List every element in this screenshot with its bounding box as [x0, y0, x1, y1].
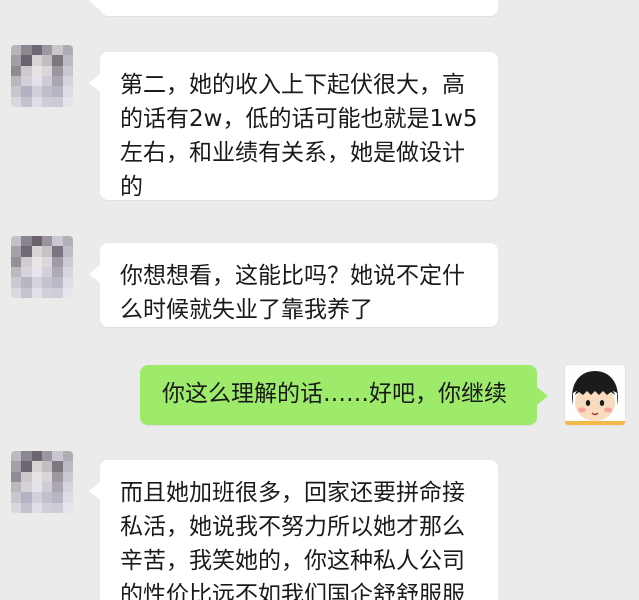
cartoon-girl-avatar-icon [565, 365, 625, 425]
message-line: 的 [120, 174, 143, 200]
message-line: 你这么理解的话……好吧，你继续 [162, 381, 507, 407]
contact-avatar[interactable] [11, 451, 73, 513]
message-line: 的性价比远不如我们国企舒舒服服 [120, 582, 465, 600]
contact-avatar[interactable] [11, 236, 73, 298]
message-line: 么时候就失业了靠我养了 [120, 297, 373, 323]
message-bubble-incoming[interactable]: 你想想看，这能比吗？她说不定什 么时候就失业了靠我养了 [89, 243, 498, 327]
self-avatar[interactable] [564, 364, 626, 426]
message-bubble-incoming[interactable]: 第二，她的收入上下起伏很大，高 的话有2w，低的话可能也就是1w5 左右，和业绩… [89, 52, 498, 200]
message-line: 左右，和业绩有关系，她是做设计 [120, 140, 465, 166]
message-line: 辛苦，我笑她的，你这种私人公司 [120, 548, 465, 574]
pixelated-avatar-icon [11, 451, 73, 513]
message-bubble-incoming[interactable]: 而且她加班很多，回家还要拼命接 私活，她说我不努力所以她才那么 辛苦，我笑她的，… [89, 460, 498, 600]
chat-window: 第二，她的收入上下起伏很大，高 的话有2w，低的话可能也就是1w5 左右，和业绩… [0, 0, 639, 600]
message-line: 而且她加班很多，回家还要拼命接 [120, 480, 465, 506]
contact-avatar[interactable] [11, 45, 73, 107]
message-line: 你想想看，这能比吗？她说不定什 [120, 263, 465, 289]
message-line: 私活，她说我不努力所以她才那么 [120, 514, 465, 540]
message-bubble-outgoing[interactable]: 你这么理解的话……好吧，你继续 [140, 365, 548, 425]
pixelated-avatar-icon [11, 45, 73, 107]
message-line: 的话有2w，低的话可能也就是1w5 [120, 106, 478, 132]
message-bubble-incoming[interactable] [89, 0, 498, 16]
message-line: 第二，她的收入上下起伏很大，高 [120, 72, 465, 98]
pixelated-avatar-icon [11, 236, 73, 298]
